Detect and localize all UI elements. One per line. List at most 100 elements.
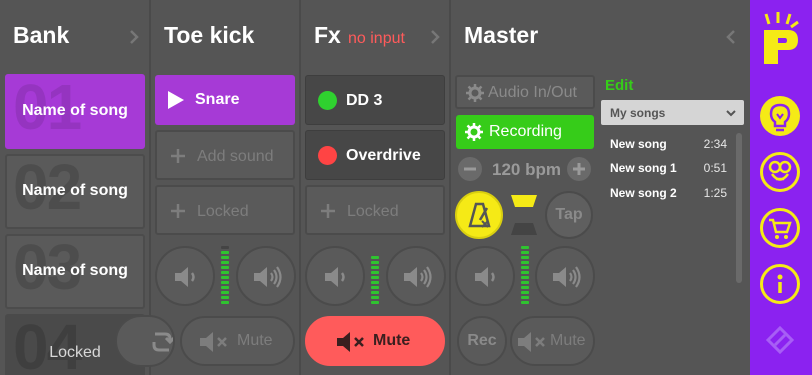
tempo-increase-button[interactable] xyxy=(567,157,591,181)
pad-label: Snare xyxy=(195,91,240,108)
fx-mute-button[interactable]: Mute xyxy=(305,316,445,366)
fx-pad-overdrive[interactable]: Overdrive xyxy=(305,130,445,180)
owl-button[interactable] xyxy=(760,152,800,192)
songs-dropdown[interactable]: My songs xyxy=(601,100,744,125)
dropdown-value: My songs xyxy=(610,106,666,120)
loop-button[interactable] xyxy=(115,315,175,367)
volume-up-button[interactable] xyxy=(236,246,296,306)
fx-locked-pad[interactable]: Locked xyxy=(305,185,445,235)
beat-indicator-icon xyxy=(511,195,537,235)
metronome-button[interactable] xyxy=(455,191,503,239)
level-meter xyxy=(521,246,529,306)
mute-icon xyxy=(200,332,227,352)
song-list-item[interactable]: New song 2 1:25 xyxy=(610,186,730,200)
mute-icon xyxy=(518,332,545,352)
plus-icon xyxy=(573,163,585,175)
mute-label: Mute xyxy=(373,332,411,349)
chevron-right-icon[interactable] xyxy=(128,29,140,45)
info-button[interactable] xyxy=(760,264,800,304)
add-sound-pad[interactable]: Add sound xyxy=(155,130,295,180)
pad-label: Overdrive xyxy=(346,147,421,164)
audio-in-out-button[interactable]: Audio In/Out xyxy=(455,75,595,109)
chevron-down-icon xyxy=(726,110,736,117)
volume-low-icon xyxy=(325,267,345,287)
bulb-icon xyxy=(769,103,791,132)
slot-label: Name of song xyxy=(22,262,128,279)
fx-column: Fx no input DD 3 Overdrive Locked Mute xyxy=(301,0,450,375)
song-list-item[interactable]: New song 1 0:51 xyxy=(610,161,730,175)
info-icon xyxy=(777,274,783,293)
master-mute-button[interactable]: Mute xyxy=(510,316,595,366)
mute-icon xyxy=(337,332,364,352)
song-duration: 0:51 xyxy=(703,161,727,175)
loop-icon xyxy=(152,332,173,352)
chevron-left-icon[interactable] xyxy=(725,29,737,45)
fx-status: no input xyxy=(348,30,405,47)
bank-slot-1[interactable]: 01 Name of song xyxy=(5,74,145,149)
tap-button[interactable]: Tap xyxy=(545,191,593,239)
pad-label: Locked xyxy=(197,203,249,220)
volume-high-icon xyxy=(254,266,282,288)
minus-icon xyxy=(464,167,476,171)
song-duration: 2:34 xyxy=(703,137,727,151)
logo-icon[interactable] xyxy=(758,12,804,72)
locked-pad[interactable]: Locked xyxy=(155,185,295,235)
metronome-icon xyxy=(468,202,491,228)
snare-pad[interactable]: Snare xyxy=(155,75,295,125)
slot-label: Name of song xyxy=(22,102,128,119)
rotate-icon[interactable] xyxy=(760,320,800,360)
song-duration: 1:25 xyxy=(703,186,727,200)
song-name: New song xyxy=(610,137,667,151)
volume-down-button[interactable] xyxy=(455,246,515,306)
fx-pad-dd3[interactable]: DD 3 xyxy=(305,75,445,125)
tempo-decrease-button[interactable] xyxy=(458,157,482,181)
toe-kick-title: Toe kick xyxy=(164,22,255,48)
fx-title: Fx xyxy=(314,22,341,48)
song-list-item[interactable]: New song 2:34 xyxy=(610,137,730,151)
volume-up-button[interactable] xyxy=(535,246,595,306)
chevron-right-icon[interactable] xyxy=(429,29,441,45)
cart-icon xyxy=(769,218,792,239)
bank-header[interactable]: Bank xyxy=(0,0,150,72)
toe-kick-column: Toe kick Snare Add sound Locked Mute xyxy=(115,0,300,375)
plus-icon xyxy=(171,204,185,218)
plus-icon xyxy=(321,204,335,218)
bank-title: Bank xyxy=(13,22,70,48)
play-icon xyxy=(168,91,184,109)
plus-icon xyxy=(171,149,185,163)
right-sidebar xyxy=(750,0,812,375)
pad-label: Add sound xyxy=(197,148,274,165)
song-name: New song 2 xyxy=(610,186,677,200)
fx-header[interactable]: Fx no input xyxy=(301,0,450,72)
volume-low-icon xyxy=(475,267,495,287)
tap-label: Tap xyxy=(555,206,583,223)
volume-down-button[interactable] xyxy=(155,246,215,306)
volume-up-button[interactable] xyxy=(386,246,446,306)
bank-slot-2[interactable]: 02 Name of song xyxy=(5,154,145,229)
song-name: New song 1 xyxy=(610,161,677,175)
song-list-scrollbar[interactable] xyxy=(736,133,742,283)
led-indicator xyxy=(318,91,337,110)
rec-label: Rec xyxy=(467,332,497,349)
cart-button[interactable] xyxy=(760,208,800,248)
master-header[interactable]: Master xyxy=(451,0,750,72)
slot-label: Name of song xyxy=(22,182,128,199)
recording-label: Recording xyxy=(489,123,562,140)
toe-kick-header[interactable]: Toe kick xyxy=(151,0,300,72)
toe-kick-mute-button[interactable]: Mute xyxy=(180,316,295,366)
volume-down-button[interactable] xyxy=(305,246,365,306)
pad-label: Locked xyxy=(347,203,399,220)
rec-button[interactable]: Rec xyxy=(457,316,507,366)
tempo-value: 120 bpm xyxy=(492,160,561,179)
recording-button[interactable]: Recording xyxy=(456,115,594,149)
gear-icon xyxy=(465,123,483,141)
mute-label: Mute xyxy=(237,332,273,349)
pad-label: DD 3 xyxy=(346,92,383,109)
master-title: Master xyxy=(464,22,539,48)
volume-high-icon xyxy=(404,266,432,288)
bank-slot-3[interactable]: 03 Name of song xyxy=(5,234,145,309)
bulb-button[interactable] xyxy=(760,96,800,136)
led-indicator xyxy=(318,146,337,165)
level-meter xyxy=(221,246,229,306)
edit-link[interactable]: Edit xyxy=(605,77,633,94)
